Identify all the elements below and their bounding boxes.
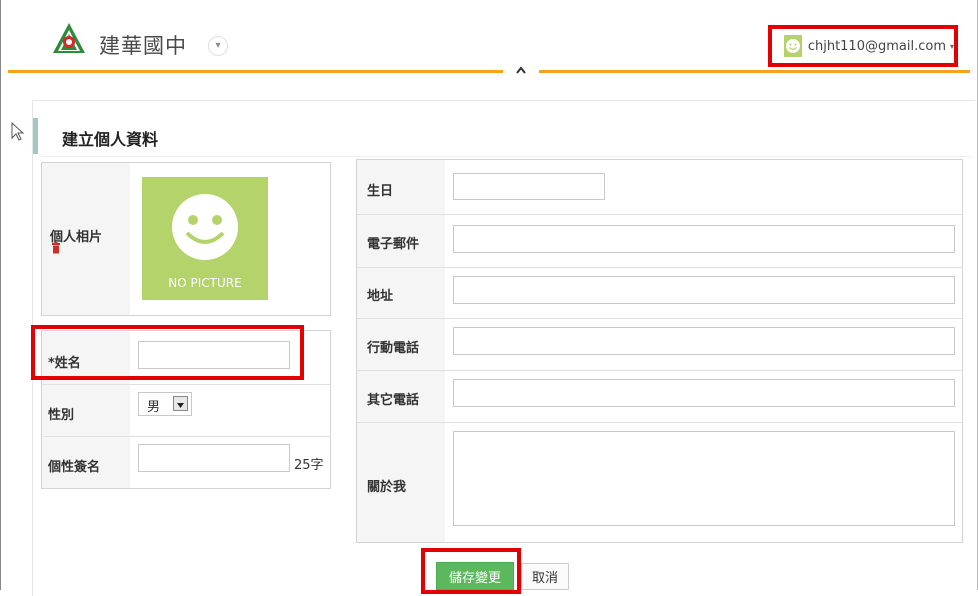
mobile-phone-input[interactable] [453,327,955,355]
row-divider [357,214,962,215]
name-highlight-box [31,325,304,380]
header-divider [8,70,970,73]
profile-picture[interactable]: NO PICTURE [142,177,268,300]
address-label: 地址 [367,289,394,304]
email-label: 電子郵件 [367,237,420,252]
chevron-down-icon: ▾ [949,41,954,51]
about-me-label: 關於我 [367,480,407,495]
smiley-placeholder-icon [172,194,238,260]
row-divider [357,318,962,319]
birthday-label: 生日 [367,184,394,199]
title-divider [42,156,972,157]
email-input[interactable] [453,225,955,253]
school-name[interactable]: 建華國中 [99,30,187,60]
gender-label: 性別 [48,408,75,423]
user-avatar-icon [784,35,802,57]
chevron-up-icon [516,66,526,74]
school-dropdown-icon[interactable]: ▾ [208,36,228,56]
row-divider [42,436,330,437]
cancel-button[interactable]: 取消 [521,563,569,590]
mobile-phone-label: 行動電話 [367,341,420,356]
page-title: 建立個人資料 [62,130,159,149]
school-logo-icon[interactable] [52,22,86,56]
title-accent-bar [33,118,38,154]
signature-input[interactable] [138,444,290,472]
gender-select[interactable]: 男 [138,392,192,416]
no-picture-text: NO PICTURE [168,276,242,290]
user-email: chjht110@gmail.com [807,38,946,54]
user-account-menu[interactable]: chjht110@gmail.com ▾ [768,25,958,67]
mouse-pointer-icon [11,122,25,141]
save-changes-button[interactable]: 儲存變更 [436,562,514,590]
signature-label: 個性簽名 [48,460,101,475]
select-arrow-icon [173,396,188,411]
row-divider [357,370,962,371]
row-divider [357,422,962,423]
collapse-header-button[interactable] [503,64,539,78]
address-input[interactable] [453,276,955,304]
trash-icon[interactable] [51,242,61,254]
other-phone-label: 其它電話 [367,393,420,408]
signature-limit: 25字 [294,458,324,473]
other-phone-input[interactable] [453,379,955,407]
about-me-textarea[interactable] [453,431,955,526]
row-divider [357,267,962,268]
row-divider [42,384,330,385]
gender-selected-value: 男 [147,400,161,415]
window-border-left [0,0,1,590]
birthday-input[interactable] [453,173,605,200]
